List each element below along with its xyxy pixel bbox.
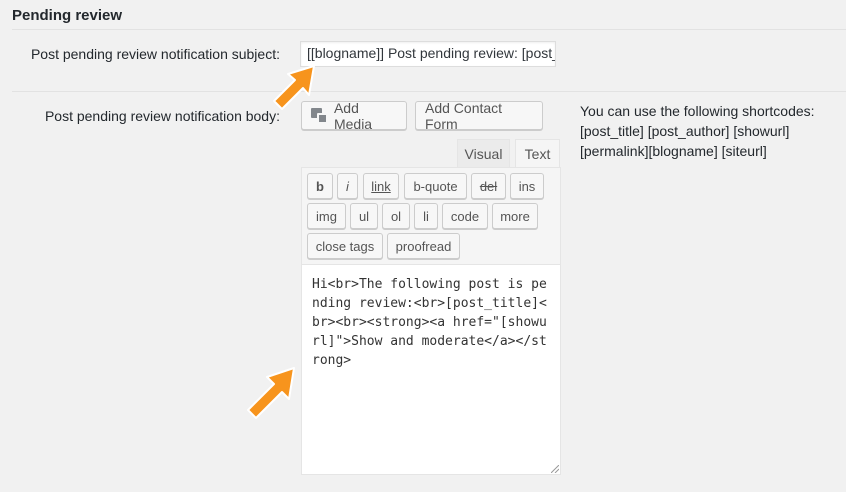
divider — [12, 91, 846, 92]
add-contact-form-button[interactable]: Add Contact Form — [415, 99, 543, 132]
body-label: Post pending review notification body: — [44, 108, 280, 124]
divider — [12, 29, 846, 30]
section-title: Pending review — [12, 7, 123, 24]
add-media-label: Add Media — [333, 99, 373, 132]
body-textarea[interactable]: Hi<br>The following post is pending revi… — [301, 264, 561, 475]
quicktag-del-button[interactable]: del — [471, 173, 506, 199]
resize-handle-icon[interactable] — [551, 465, 559, 473]
quicktag-ul-button[interactable]: ul — [350, 203, 378, 229]
add-contact-form-label: Add Contact Form — [425, 99, 503, 132]
tab-text[interactable]: Text — [515, 139, 560, 168]
quicktag-link-button[interactable]: link — [363, 173, 399, 199]
quicktag-img-button[interactable]: img — [307, 203, 346, 229]
quicktag-bold-button[interactable]: b — [307, 173, 333, 199]
shortcodes-help: You can use the following shortcodes: [p… — [580, 103, 815, 159]
arrow-pointer-icon — [247, 367, 295, 419]
quicktag-italic-button[interactable]: i — [337, 173, 358, 199]
quicktag-bquote-button[interactable]: b-quote — [404, 173, 467, 199]
quicktag-ol-button[interactable]: ol — [382, 203, 410, 229]
quicktag-code-button[interactable]: code — [442, 203, 488, 229]
quicktag-close-tags-button[interactable]: close tags — [307, 233, 383, 259]
subject-input[interactable]: [[blogname]] Post pending review: [post_… — [300, 41, 556, 67]
quicktag-more-button[interactable]: more — [492, 203, 538, 229]
subject-label: Post pending review notification subject… — [30, 46, 280, 62]
quicktag-proofread-button[interactable]: proofread — [387, 233, 460, 259]
quicktag-li-button[interactable]: li — [414, 203, 438, 229]
tab-visual[interactable]: Visual — [457, 139, 510, 168]
quicktag-ins-button[interactable]: ins — [510, 173, 544, 199]
arrow-pointer-icon — [273, 65, 315, 110]
